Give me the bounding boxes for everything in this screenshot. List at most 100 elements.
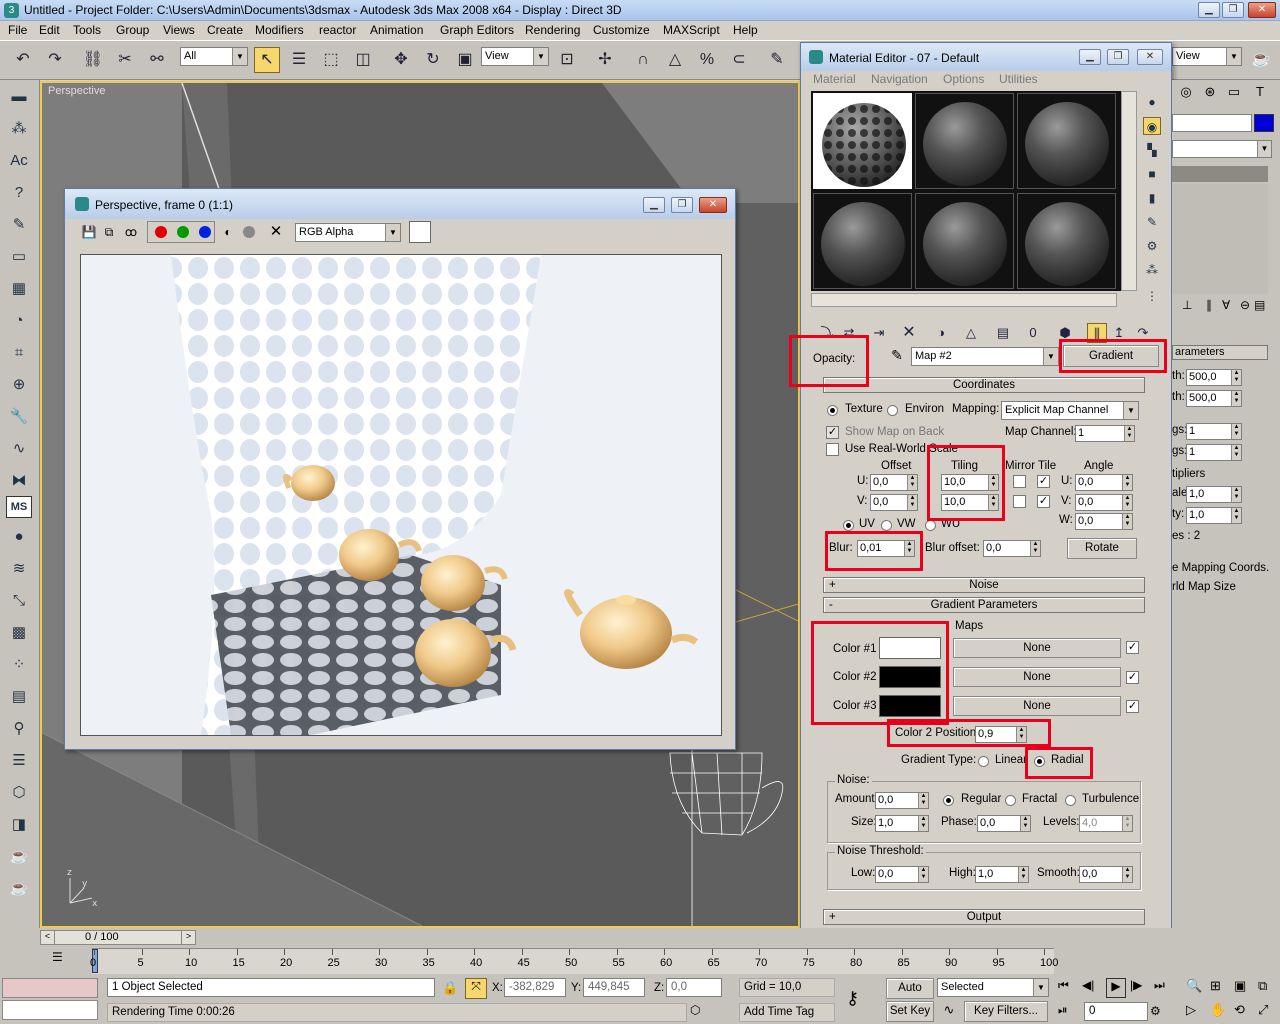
layers-icon[interactable]: ≋ — [6, 556, 32, 582]
menu-animation[interactable]: Animation — [370, 23, 423, 37]
sample-slot-6[interactable] — [1017, 193, 1116, 289]
menu-tools[interactable]: Tools — [73, 23, 101, 37]
menu-create[interactable]: Create — [207, 23, 243, 37]
lock-selection-icon[interactable]: 🔒 — [442, 980, 458, 996]
menu-views[interactable]: Views — [163, 23, 195, 37]
channel-dropdown[interactable]: RGB Alpha ▼ — [295, 223, 401, 242]
menu-help[interactable]: Help — [733, 23, 758, 37]
display-tab-icon[interactable]: ▭ — [1224, 84, 1244, 104]
select-by-material-icon[interactable]: ⁂ — [1143, 261, 1161, 279]
render-teapot-icon[interactable]: ☕ — [6, 876, 32, 902]
unlink-icon[interactable]: ✂ — [112, 47, 138, 73]
v-tile-checkbox[interactable]: ✓ — [1037, 495, 1050, 508]
fractal-radio[interactable] — [1005, 795, 1016, 806]
maxscript-listener-pink[interactable] — [2, 978, 98, 998]
zoom-all-icon[interactable]: ⊞ — [1210, 978, 1230, 998]
u-offset-spinner[interactable]: 0,0 ▲ ▼ — [870, 474, 918, 491]
pick-material-eyedropper-icon[interactable]: ✎ — [887, 347, 907, 367]
color3-map-button[interactable]: None — [953, 696, 1121, 716]
rectangular-selection-icon[interactable]: ⬚ — [318, 47, 344, 73]
key-icon[interactable]: ⚷ — [846, 988, 859, 1009]
blue-channel-icon[interactable] — [199, 226, 211, 238]
snaps-toggle-icon[interactable]: ∩ — [630, 47, 656, 73]
put-to-scene-icon[interactable]: ⇄ — [839, 323, 859, 343]
cube-icon[interactable]: ⬡ — [6, 780, 32, 806]
u-tile-checkbox[interactable]: ✓ — [1037, 475, 1050, 488]
rotate-icon[interactable]: ↻ — [420, 47, 446, 73]
modifier-list-dropdown[interactable]: ▼ — [1172, 140, 1272, 158]
spinner-snap-icon[interactable]: ⊂ — [726, 47, 752, 73]
color3-map-checkbox[interactable]: ✓ — [1126, 700, 1139, 713]
color2-swatch[interactable] — [879, 666, 941, 688]
u-angle-spinner[interactable]: 0,0 ▲ ▼ — [1075, 474, 1133, 491]
key-filters-button[interactable]: Key Filters... — [964, 1001, 1048, 1022]
menu-file[interactable]: File — [8, 23, 27, 37]
z-coordinate-field[interactable]: 0,0 — [666, 978, 722, 997]
stack-icon[interactable]: ☰ — [6, 748, 32, 774]
scale-icon[interactable]: ▣ — [452, 47, 478, 73]
ruler-icon[interactable]: ▬ — [6, 84, 32, 110]
red-channel-icon[interactable] — [155, 226, 167, 238]
wu-radio[interactable] — [925, 520, 936, 531]
v-mirror-checkbox[interactable] — [1013, 495, 1026, 508]
angle-snap-icon[interactable]: △ — [662, 47, 688, 73]
modifier-stack-selected[interactable] — [1172, 166, 1268, 182]
restore-button[interactable]: ❐ — [1222, 2, 1244, 18]
width-spinner[interactable]: 500,0 ▲ ▼ — [1186, 390, 1242, 407]
minimize-button[interactable]: ▁ — [1198, 2, 1220, 18]
low-spinner[interactable]: 0,0 ▲ ▼ — [875, 866, 929, 883]
environ-radio[interactable] — [887, 405, 898, 416]
sample-slot-5[interactable] — [915, 193, 1014, 289]
me-menu-options[interactable]: Options — [943, 72, 984, 86]
make-unique-icon[interactable]: △ — [961, 323, 981, 343]
absolute-mode-icon[interactable]: ⤧ — [465, 978, 487, 999]
key-mode-dropdown[interactable]: Selected ▼ — [937, 978, 1049, 997]
menu-rendering[interactable]: Rendering — [525, 23, 580, 37]
stack-show-end-icon[interactable]: ∥ — [1206, 298, 1212, 312]
alpha-channel-icon[interactable]: ◐ — [220, 224, 236, 240]
pan-icon[interactable]: ✋ — [1210, 1002, 1230, 1022]
target-icon[interactable]: ⊕ — [6, 372, 32, 398]
green-channel-icon[interactable] — [177, 226, 189, 238]
percent-snap-icon[interactable]: % — [694, 47, 720, 73]
me-minimize-button[interactable]: ▁ — [1079, 49, 1101, 65]
key-tangent-icon[interactable]: ∿ — [937, 1002, 961, 1022]
box-icon[interactable]: ◨ — [6, 812, 32, 838]
clone-window-icon[interactable]: ⧉ — [101, 224, 117, 240]
blur-spinner[interactable]: 0,01 ▲ ▼ — [857, 540, 915, 557]
reference-coordinate-right-dropdown[interactable]: View ▼ — [1172, 47, 1242, 66]
link-icon[interactable]: ⛓ — [80, 47, 106, 73]
key-mode-toggle-icon[interactable]: ⏯ — [1058, 1003, 1078, 1023]
time-slider-next-icon[interactable]: > — [181, 931, 195, 944]
material-effects-channel-icon[interactable]: 0 — [1023, 323, 1043, 343]
stack-configure-icon[interactable]: ▤ — [1254, 298, 1265, 312]
teapot-icon[interactable]: ☕ — [6, 844, 32, 870]
regular-radio[interactable] — [943, 795, 954, 806]
window-crossing-icon[interactable]: ◫ — [350, 47, 376, 73]
select-and-manipulate-icon[interactable]: ✢ — [592, 47, 618, 73]
assign-material-icon[interactable]: ⇥ — [869, 323, 889, 343]
real-world-scale-checkbox[interactable] — [826, 443, 839, 456]
noise-rollout[interactable]: + Noise — [823, 577, 1145, 593]
x-coordinate-field[interactable]: -382,829 — [504, 978, 566, 997]
sample-type-icon[interactable]: ● — [1143, 93, 1161, 111]
output-rollout[interactable]: + Output — [823, 909, 1145, 925]
length-spinner[interactable]: 500,0 ▲ ▼ — [1186, 369, 1242, 386]
render-minimize-button[interactable]: ▁ — [643, 197, 665, 213]
me-menu-utilities[interactable]: Utilities — [999, 72, 1038, 86]
menu-edit[interactable]: Edit — [39, 23, 60, 37]
select-by-name-icon[interactable]: ☰ — [286, 47, 312, 73]
select-object-icon[interactable]: ↖ — [254, 47, 280, 73]
mirror-icon[interactable]: ⧓ — [6, 468, 32, 494]
v-angle-spinner[interactable]: 0,0 ▲ ▼ — [1075, 494, 1133, 511]
make-preview-icon[interactable]: ✎ — [1143, 213, 1161, 231]
sample-slot-3[interactable] — [1017, 93, 1116, 189]
undo-icon[interactable]: ↶ — [10, 47, 36, 73]
smooth-spinner[interactable]: 0,0 ▲ ▼ — [1079, 866, 1133, 883]
zoom-extents-all-icon[interactable]: ⧉ — [1258, 978, 1278, 998]
amount-spinner[interactable]: 0,0 ▲ ▼ — [875, 792, 929, 809]
object-color-swatch[interactable] — [1254, 114, 1274, 132]
real-world-map-size-label[interactable]: rld Map Size — [1172, 581, 1236, 593]
maximize-viewport-icon[interactable]: ⤢ — [1258, 1002, 1278, 1022]
orbit-icon[interactable]: ⟲ — [1234, 1002, 1254, 1022]
